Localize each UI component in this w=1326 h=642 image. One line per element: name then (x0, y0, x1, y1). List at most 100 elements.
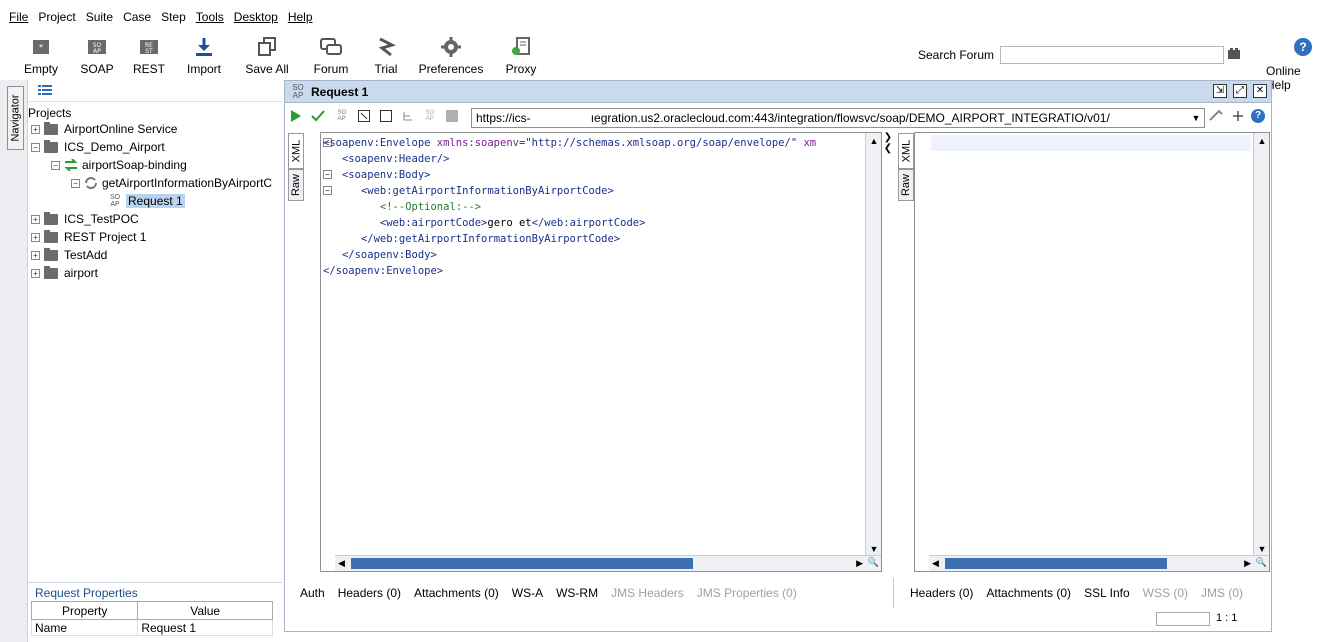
column-header-value[interactable]: Value (137, 601, 273, 620)
tree-node-request1[interactable]: SO AP Request 1 (108, 192, 185, 210)
menu-tools[interactable]: Tools (196, 10, 224, 24)
maximize-icon[interactable]: ⤢ (1233, 84, 1247, 98)
scroll-right-icon[interactable]: ▶ (856, 558, 863, 569)
scroll-thumb[interactable] (945, 558, 1167, 569)
tab-headers[interactable]: Headers (0) (338, 586, 401, 600)
response-vertical-scrollbar[interactable]: ▲ ▼ (1253, 133, 1269, 557)
save-all-button[interactable]: Save All (244, 34, 290, 78)
tab-jms[interactable]: JMS (0) (1201, 586, 1243, 600)
tree-node-operation[interactable]: − getAirportInformationByAirportC (71, 174, 272, 192)
menu-help[interactable]: Help (288, 10, 313, 24)
tab-xml-response[interactable]: XML (898, 133, 914, 169)
scroll-down-icon[interactable]: ▼ (868, 543, 880, 555)
tree-node-ics-testpoc[interactable]: + ICS_TestPOC (31, 210, 139, 228)
editor-vertical-scrollbar[interactable]: ▲ ▼ (865, 133, 881, 557)
checkbox-icon[interactable] (379, 109, 393, 123)
menu-project[interactable]: Project (38, 10, 75, 24)
undock-icon[interactable]: ⇲ (1213, 84, 1227, 98)
forum-button[interactable]: Forum (311, 34, 351, 78)
tab-wss[interactable]: WSS (0) (1143, 586, 1188, 600)
soap-button[interactable]: SO AP SOAP (80, 34, 114, 78)
help-icon[interactable]: ? (1251, 109, 1265, 123)
scroll-down-icon[interactable]: ▼ (1256, 543, 1268, 555)
preferences-button[interactable]: Preferences (419, 34, 483, 78)
collapse-icon[interactable]: − (31, 142, 40, 152)
rest-project-icon: RE ST (138, 36, 160, 58)
rest-button[interactable]: RE ST REST (132, 34, 166, 78)
tree-node-airportonline[interactable]: + AirportOnline Service (31, 120, 177, 138)
expand-icon[interactable]: + (31, 124, 40, 134)
tab-ssl-info[interactable]: SSL Info (1084, 586, 1130, 600)
zoom-icon[interactable]: 🔍 (868, 557, 879, 568)
split-divider[interactable]: ❯ ❮ (882, 130, 894, 576)
xml-line: <soapenv:Body> (341, 169, 431, 181)
proxy-button[interactable]: Proxy (504, 34, 538, 78)
tree-node-rest-project[interactable]: + REST Project 1 (31, 228, 146, 246)
tab-raw-request[interactable]: Raw (288, 169, 304, 201)
scroll-up-icon[interactable]: ▲ (868, 135, 880, 147)
validate-icon[interactable] (311, 109, 325, 123)
property-value-cell[interactable]: Request 1 (137, 619, 273, 636)
search-forum-input[interactable] (1000, 46, 1224, 64)
tree-node-binding[interactable]: − airportSoap-binding (51, 156, 187, 174)
format-icon[interactable] (357, 109, 371, 123)
tree-node-airport[interactable]: + airport (31, 264, 98, 282)
tree-icon[interactable] (401, 109, 415, 123)
tab-response-attachments[interactable]: Attachments (0) (986, 586, 1071, 600)
editor-horizontal-scrollbar[interactable]: ◀ ▶ 🔍 (335, 555, 881, 571)
tree-node-testadd[interactable]: + TestAdd (31, 246, 107, 264)
tab-separator (893, 578, 894, 608)
tab-jms-properties[interactable]: JMS Properties (0) (697, 586, 797, 600)
menu-step[interactable]: Step (161, 10, 186, 24)
scroll-left-icon[interactable]: ◀ (932, 558, 939, 569)
menu-file[interactable]: File (9, 10, 28, 24)
menu-suite[interactable]: Suite (86, 10, 113, 24)
projects-root[interactable]: Projects (28, 106, 71, 120)
soap-grey-icon[interactable]: SO AP (423, 109, 437, 123)
tree-node-ics-demo[interactable]: − ICS_Demo_Airport (31, 138, 165, 156)
scroll-left-icon[interactable]: ◀ (338, 558, 345, 569)
tab-ws-rm[interactable]: WS-RM (556, 586, 598, 600)
search-go-icon[interactable] (1228, 48, 1240, 60)
response-horizontal-scrollbar[interactable]: ◀ ▶ 🔍 (929, 555, 1269, 571)
tab-xml-request[interactable]: XML (288, 133, 304, 169)
collapse-right-icon[interactable]: ❮ (884, 143, 892, 154)
tab-response-headers[interactable]: Headers (0) (910, 586, 973, 600)
column-header-property[interactable]: Property (30, 601, 139, 620)
run-icon[interactable] (289, 109, 303, 123)
zoom-icon[interactable]: 🔍 (1256, 557, 1267, 568)
add-icon[interactable] (1231, 109, 1245, 123)
expand-icon[interactable]: + (31, 250, 40, 260)
online-help-button[interactable]: ? Online Help (1266, 36, 1326, 92)
expand-icon[interactable]: + (31, 268, 40, 278)
empty-button[interactable]: * Empty (24, 34, 58, 78)
expand-icon[interactable]: + (31, 232, 40, 242)
edit-endpoint-icon[interactable] (1209, 109, 1223, 123)
collapse-icon[interactable]: − (71, 178, 80, 188)
navigator-tab[interactable]: Navigator (7, 86, 24, 150)
menu-case[interactable]: Case (123, 10, 151, 24)
tab-jms-headers[interactable]: JMS Headers (611, 586, 684, 600)
stop-icon[interactable] (445, 109, 459, 123)
trial-button[interactable]: Trial (372, 34, 400, 78)
tab-raw-response[interactable]: Raw (898, 169, 914, 201)
expand-icon[interactable]: + (31, 214, 40, 224)
tab-ws-a[interactable]: WS-A (512, 586, 543, 600)
scroll-up-icon[interactable]: ▲ (1256, 135, 1268, 147)
close-icon[interactable]: ✕ (1253, 84, 1267, 98)
collapse-icon[interactable]: − (51, 160, 60, 170)
soap-sub-icon[interactable]: SO AP (335, 109, 349, 123)
endpoint-url-input[interactable]: https://ics-ıegration.us2.oraclecloud.co… (471, 108, 1205, 128)
url-dropdown-icon[interactable]: ▼ (1189, 109, 1203, 127)
collapse-left-icon[interactable]: ❯ (884, 132, 892, 143)
table-row[interactable]: Name Request 1 (30, 619, 273, 636)
response-xml-editor[interactable]: ▲ ▼ ◀ ▶ 🔍 (914, 132, 1270, 572)
tab-auth[interactable]: Auth (300, 586, 325, 600)
import-button[interactable]: Import (183, 34, 225, 78)
tab-attachments[interactable]: Attachments (0) (414, 586, 499, 600)
request-xml-editor[interactable]: − − − <soapenv:Envelope xmlns:soapenv="h… (320, 132, 882, 572)
menu-desktop[interactable]: Desktop (234, 10, 278, 24)
scroll-right-icon[interactable]: ▶ (1244, 558, 1251, 569)
list-view-icon[interactable] (38, 84, 52, 96)
scroll-thumb[interactable] (351, 558, 693, 569)
